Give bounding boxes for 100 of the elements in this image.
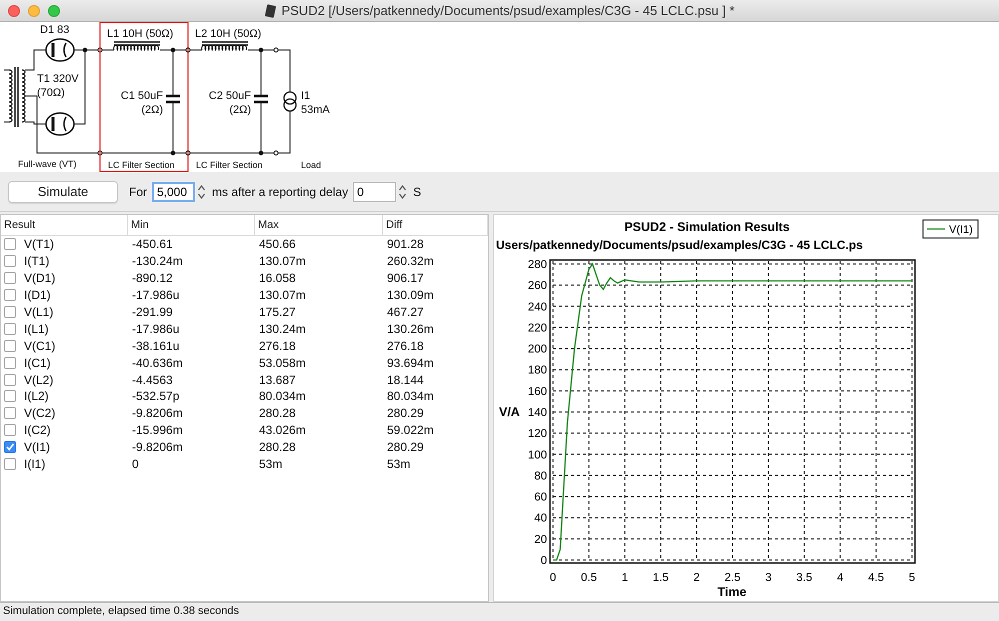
table-cell-text: 130.09m	[386, 288, 435, 302]
legend-box	[922, 220, 978, 238]
y-tick-label: 100	[528, 449, 547, 462]
table-cell-text: -4.4563	[131, 372, 174, 387]
transformer-symbol	[8, 67, 26, 127]
x-tick-label: 0	[550, 572, 556, 584]
table-cell-text: 906.17	[386, 271, 425, 286]
table-cell-text: 276.18	[386, 338, 425, 353]
y-tick-label: 200	[528, 344, 547, 356]
current-source-symbol	[283, 91, 297, 112]
table-cell-text: 467.27	[386, 305, 425, 319]
checkbox[interactable]	[4, 424, 16, 436]
stepper-control[interactable]	[197, 182, 206, 200]
checkbox[interactable]	[4, 407, 16, 420]
table-cell-text: -9.8206m	[131, 406, 184, 420]
zoom-button[interactable]	[48, 4, 60, 16]
table-cell-text: 53m	[386, 457, 412, 472]
y-tick-label: 160	[528, 386, 547, 398]
units-label: S	[413, 184, 422, 198]
column-header[interactable]: Min	[128, 215, 255, 235]
table-cell-text: -38.161u	[131, 338, 180, 353]
document-icon	[264, 4, 276, 18]
y-tick-label: 20	[534, 534, 547, 546]
inductor-label: L1 10H (50Ω)	[107, 28, 174, 40]
inductor-symbol	[201, 41, 248, 50]
checkbox[interactable]	[4, 289, 16, 302]
window-title: PSUD2 [/Users/patkennedy/Documents/psud/examples/C3G - 45 LCLC.psu ] *	[281, 3, 735, 18]
status-text: Simulation complete, elapsed time 0.38 seconds	[3, 605, 240, 617]
minimize-button[interactable]	[28, 4, 40, 16]
checkbox[interactable]	[4, 255, 16, 268]
table-cell-text: 280.29	[386, 406, 425, 420]
table-cell-text: I(C2)	[23, 423, 51, 438]
table-cell-text: -9.8206m	[131, 440, 184, 454]
x-tick-label: 3.5	[796, 572, 812, 584]
x-tick-label: 4.5	[868, 572, 884, 584]
table-cell-text: 53m	[258, 457, 284, 472]
close-button[interactable]	[8, 4, 20, 16]
y-tick-label: 0	[540, 555, 547, 567]
table-cell-text: -17.986u	[131, 288, 180, 302]
number-field[interactable]: 5,000	[152, 182, 195, 202]
section-label: LC Filter Section	[196, 160, 263, 170]
y-tick-label: 60	[534, 492, 547, 504]
section-label: LC Filter Section	[108, 160, 175, 170]
checkbox[interactable]	[4, 390, 16, 402]
transformer-resistance: (70Ω)	[37, 87, 65, 99]
table-cell-text: 130.24m	[258, 322, 307, 336]
table-cell-text: 901.28	[386, 237, 425, 252]
table-cell-text: V(L1)	[23, 305, 54, 319]
checkbox[interactable]	[4, 238, 16, 250]
table-cell-text: V(C2)	[23, 406, 56, 420]
y-tick-label: 280	[528, 259, 547, 271]
table-cell-text: 59.022m	[386, 423, 435, 438]
inductor-symbol	[113, 41, 160, 50]
number-field[interactable]: 0	[353, 182, 396, 202]
x-tick-label: 5	[908, 572, 916, 584]
table-cell-text: I(I1)	[23, 457, 46, 472]
vacuum-tube-diode-symbol	[45, 38, 75, 62]
table-cell-text: 450.66	[258, 237, 297, 252]
column-header[interactable]: Diff	[383, 215, 488, 235]
checkbox[interactable]	[4, 356, 16, 369]
table-cell-text: I(T1)	[23, 254, 50, 268]
table-cell-text: 276.18	[258, 338, 297, 353]
column-header[interactable]: Max	[255, 215, 383, 235]
y-tick-label: 220	[528, 322, 547, 334]
checkbox[interactable]	[4, 322, 16, 335]
simulate-button[interactable]: Simulate	[8, 180, 118, 202]
table-cell-text: I(D1)	[23, 288, 51, 302]
checkbox[interactable]	[4, 306, 16, 318]
table-cell-text: 53.058m	[258, 356, 307, 370]
table-cell-text: 280.28	[258, 406, 297, 420]
table-cell-text: 175.27	[258, 305, 297, 319]
table-cell-text: V(D1)	[23, 271, 56, 286]
checkbox[interactable]	[4, 374, 16, 386]
section-label: Full-wave (VT)	[18, 159, 77, 169]
capacitor-label: C1 50uF	[120, 90, 163, 102]
table-cell-text: 130.07m	[258, 288, 307, 302]
table-cell-text: 280.29	[386, 440, 425, 454]
source-current: 53mA	[301, 104, 330, 116]
table-cell-text: I(L1)	[23, 322, 49, 336]
table-cell-text: 93.694m	[386, 356, 435, 370]
transformer-label: T1 320V	[37, 73, 79, 85]
checkbox[interactable]	[4, 272, 16, 284]
x-axis-label: Time	[718, 585, 746, 599]
checkbox[interactable]	[4, 340, 16, 352]
table-cell-text: -17.986u	[131, 322, 180, 336]
checkbox[interactable]	[4, 458, 16, 470]
table-cell-text: 16.058	[258, 271, 297, 286]
table-cell-text: 130.26m	[386, 322, 435, 336]
checkbox[interactable]	[4, 441, 16, 454]
column-header[interactable]: Result	[1, 215, 128, 235]
x-tick-label: 1.5	[652, 572, 669, 584]
y-tick-label: 140	[528, 407, 547, 419]
table-cell-text: 0	[131, 457, 140, 472]
x-tick-label: 2	[693, 572, 700, 584]
y-tick-label: 80	[534, 470, 547, 482]
table-cell-text: -890.12	[131, 271, 174, 286]
x-tick-label: 2.5	[724, 572, 740, 584]
table-cell-text: -450.61	[131, 237, 174, 252]
stepper-control[interactable]	[398, 182, 408, 200]
units-label: ms after a reporting delay	[212, 184, 348, 198]
